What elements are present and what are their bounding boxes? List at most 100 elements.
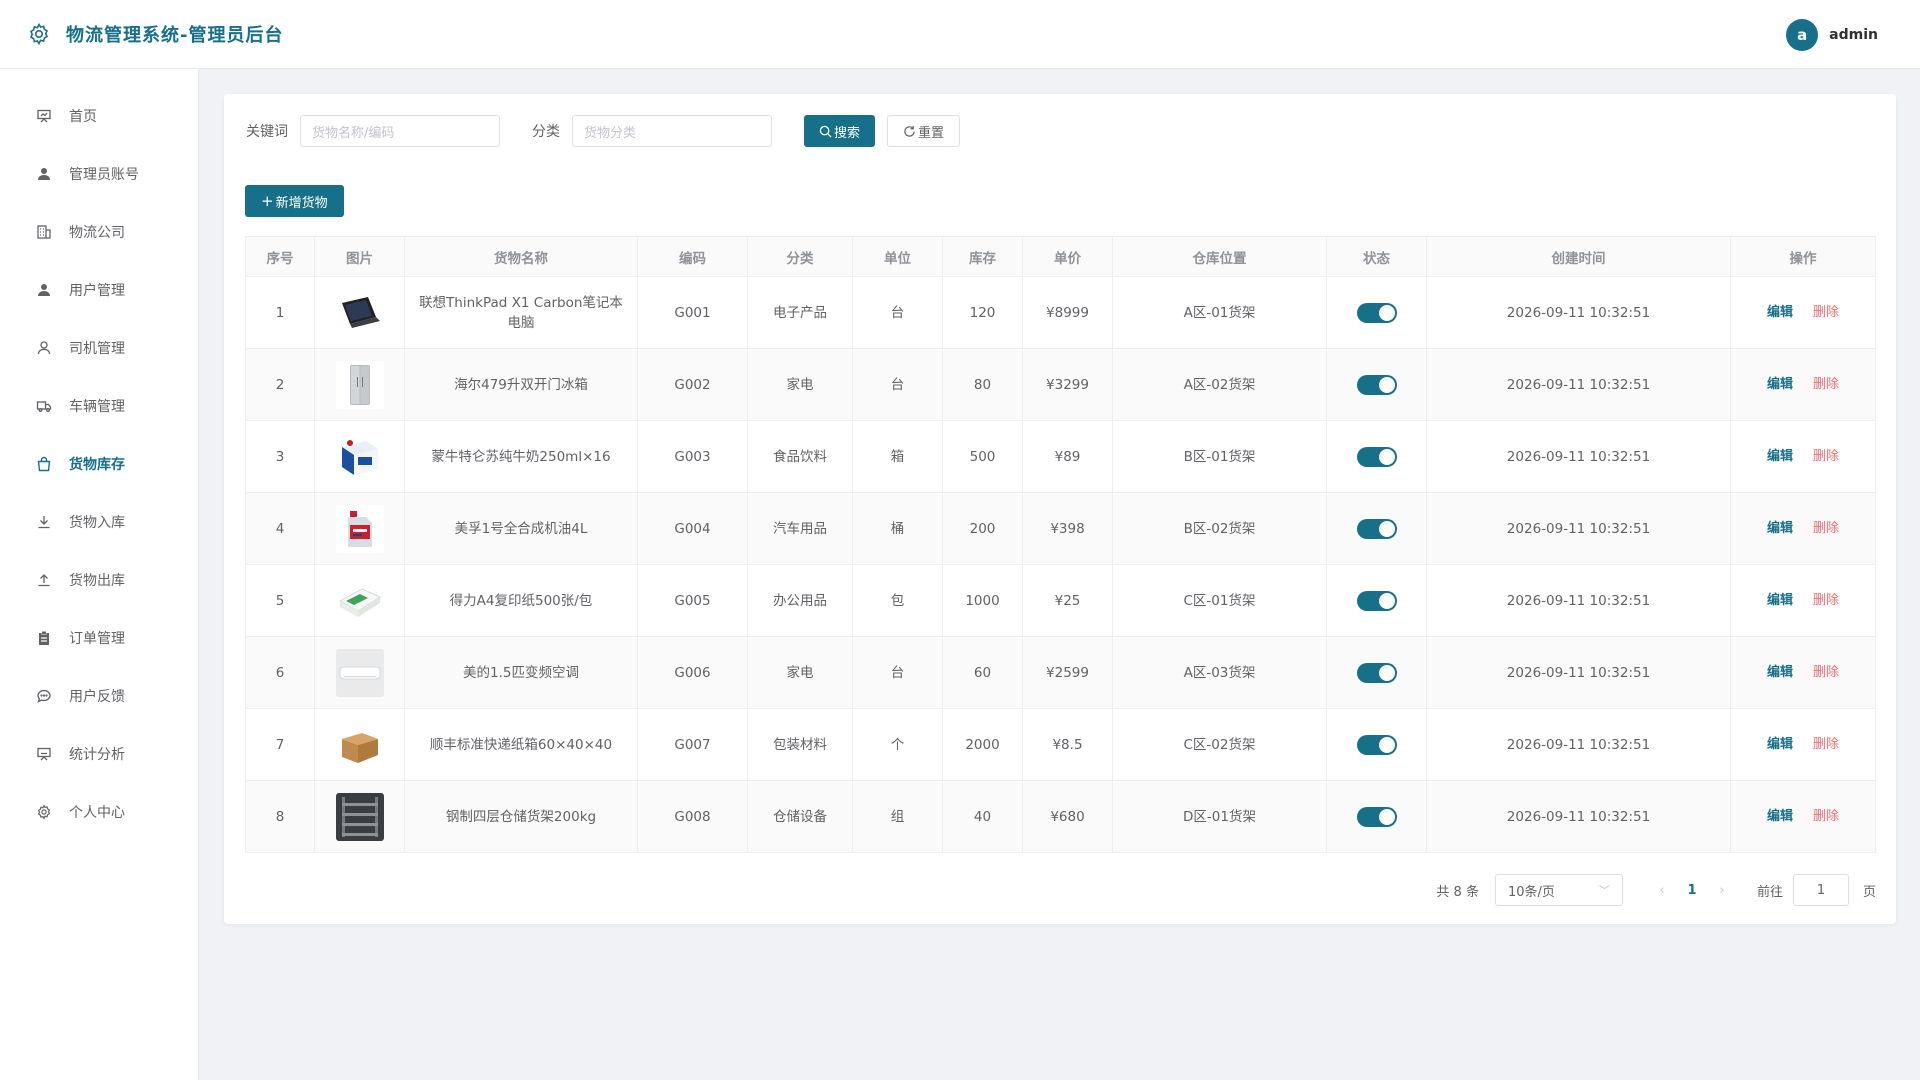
- sidebar-item-1[interactable]: 管理员账号: [0, 145, 198, 203]
- product-image[interactable]: [335, 504, 384, 553]
- delete-button[interactable]: 删除: [1813, 809, 1839, 824]
- cell-created: 2026-09-11 10:32:51: [1426, 420, 1731, 493]
- product-image[interactable]: [335, 288, 384, 337]
- chevron-down-icon: ﹀: [1598, 884, 1610, 897]
- edit-button[interactable]: 编辑: [1767, 449, 1793, 464]
- sidebar-item-8[interactable]: 货物出库: [0, 551, 198, 609]
- product-image[interactable]: [335, 648, 384, 697]
- cell-category: 汽车用品: [747, 492, 853, 565]
- cell-location: A区-01货架: [1112, 276, 1327, 349]
- sidebar-item-label: 个人中心: [69, 805, 125, 821]
- cell-price: ¥2599: [1022, 636, 1113, 709]
- status-toggle[interactable]: [1356, 302, 1397, 323]
- product-image[interactable]: [335, 360, 384, 409]
- page-size-value: 10条/页: [1507, 884, 1555, 900]
- sidebar-item-10[interactable]: 用户反馈: [0, 667, 198, 725]
- cell-stock: 1000: [942, 564, 1023, 637]
- cell-code: G007: [637, 708, 748, 781]
- status-toggle[interactable]: [1356, 662, 1397, 683]
- next-page-icon[interactable]: ›: [1707, 883, 1737, 898]
- cell-actions: 编辑 删除: [1730, 780, 1876, 853]
- status-toggle[interactable]: [1356, 734, 1397, 755]
- username[interactable]: admin: [1829, 27, 1878, 43]
- sidebar-item-12[interactable]: 个人中心: [0, 783, 198, 841]
- cell-category: 电子产品: [747, 276, 853, 349]
- status-toggle[interactable]: [1356, 446, 1397, 467]
- edit-button[interactable]: 编辑: [1767, 305, 1793, 320]
- category-input[interactable]: 货物分类: [572, 115, 772, 147]
- cell-status: [1326, 348, 1427, 421]
- cell-actions: 编辑 删除: [1730, 348, 1876, 421]
- status-toggle[interactable]: [1356, 374, 1397, 395]
- goto-page-input[interactable]: 1: [1792, 874, 1849, 906]
- sidebar: 首页管理员账号 物流公司 用户管理 司机管理 车辆管理货物库存货物入库 货物出库 订单管理用…: [0, 69, 199, 1080]
- status-toggle[interactable]: [1356, 590, 1397, 611]
- cell-stock: 80: [942, 348, 1023, 421]
- edit-button[interactable]: 编辑: [1767, 665, 1793, 680]
- product-image[interactable]: [335, 432, 384, 481]
- keyword-input[interactable]: 货物名称/编码: [300, 115, 500, 147]
- prev-page-icon[interactable]: ‹: [1647, 883, 1677, 898]
- delete-button[interactable]: 删除: [1813, 737, 1839, 752]
- user-menu[interactable]: a admin: [1786, 0, 1878, 69]
- status-toggle[interactable]: [1356, 518, 1397, 539]
- cell-created: 2026-09-11 10:32:51: [1426, 708, 1731, 781]
- cell-unit: 台: [852, 276, 943, 349]
- cell-unit: 桶: [852, 492, 943, 565]
- cell-index: 2: [245, 348, 315, 421]
- page-number[interactable]: 1: [1677, 883, 1707, 898]
- product-image[interactable]: [335, 792, 384, 841]
- edit-button[interactable]: 编辑: [1767, 809, 1793, 824]
- edit-button[interactable]: 编辑: [1767, 737, 1793, 752]
- sidebar-item-3[interactable]: 用户管理: [0, 261, 198, 319]
- status-toggle[interactable]: [1356, 806, 1397, 827]
- sidebar-item-2[interactable]: 物流公司: [0, 203, 198, 261]
- cell-stock: 200: [942, 492, 1023, 565]
- delete-button[interactable]: 删除: [1813, 377, 1839, 392]
- delete-button[interactable]: 删除: [1813, 449, 1839, 464]
- cell-code: G005: [637, 564, 748, 637]
- cell-unit: 台: [852, 636, 943, 709]
- cell-code: G006: [637, 636, 748, 709]
- search-button[interactable]: 搜索: [804, 115, 876, 147]
- edit-button[interactable]: 编辑: [1767, 377, 1793, 392]
- cell-name: 顺丰标准快递纸箱60×40×40: [404, 708, 638, 781]
- bag-icon: [35, 455, 53, 473]
- cell-stock: 2000: [942, 708, 1023, 781]
- delete-button[interactable]: 删除: [1813, 305, 1839, 320]
- sidebar-item-7[interactable]: 货物入库: [0, 493, 198, 551]
- cell-name: 海尔479升双开门冰箱: [404, 348, 638, 421]
- edit-button[interactable]: 编辑: [1767, 593, 1793, 608]
- sidebar-item-label: 首页: [69, 109, 97, 125]
- category-label: 分类: [532, 124, 560, 140]
- cell-status: [1326, 276, 1427, 349]
- sidebar-item-11[interactable]: 统计分析: [0, 725, 198, 783]
- cell-created: 2026-09-11 10:32:51: [1426, 636, 1731, 709]
- cell-category: 包装材料: [747, 708, 853, 781]
- avatar[interactable]: a: [1786, 18, 1819, 51]
- page-size-select[interactable]: 10条/页 ﹀: [1494, 874, 1623, 906]
- column-header: 单位: [852, 236, 943, 277]
- sidebar-item-6[interactable]: 货物库存: [0, 435, 198, 493]
- delete-button[interactable]: 删除: [1813, 521, 1839, 536]
- cell-index: 5: [245, 564, 315, 637]
- cell-name: 钢制四层仓储货架200kg: [404, 780, 638, 853]
- delete-button[interactable]: 删除: [1813, 665, 1839, 680]
- delete-button[interactable]: 删除: [1813, 593, 1839, 608]
- sidebar-item-9[interactable]: 订单管理: [0, 609, 198, 667]
- product-image[interactable]: [335, 720, 384, 769]
- table-row: 5 得力A4复印纸500张/包 G005 办公用品包 1000 ¥25 C区-01货架 202…: [245, 564, 1876, 637]
- sidebar-item-5[interactable]: 车辆管理: [0, 377, 198, 435]
- reset-button[interactable]: 重置: [887, 115, 961, 147]
- edit-button[interactable]: 编辑: [1767, 521, 1793, 536]
- plus-icon: +: [261, 192, 274, 210]
- sidebar-item-4[interactable]: 司机管理: [0, 319, 198, 377]
- table-row: 6 美的1.5匹变频空调 G006 家电台 60 ¥2599 A区-03货架 2026-09-…: [245, 636, 1876, 709]
- product-image[interactable]: [335, 576, 384, 625]
- cell-image: [314, 492, 405, 565]
- download-icon: [35, 513, 53, 531]
- add-goods-button[interactable]: + 新增货物: [245, 185, 344, 217]
- sidebar-item-label: 货物库存: [69, 457, 125, 473]
- sidebar-item-0[interactable]: 首页: [0, 87, 198, 145]
- cell-price: ¥89: [1022, 420, 1113, 493]
